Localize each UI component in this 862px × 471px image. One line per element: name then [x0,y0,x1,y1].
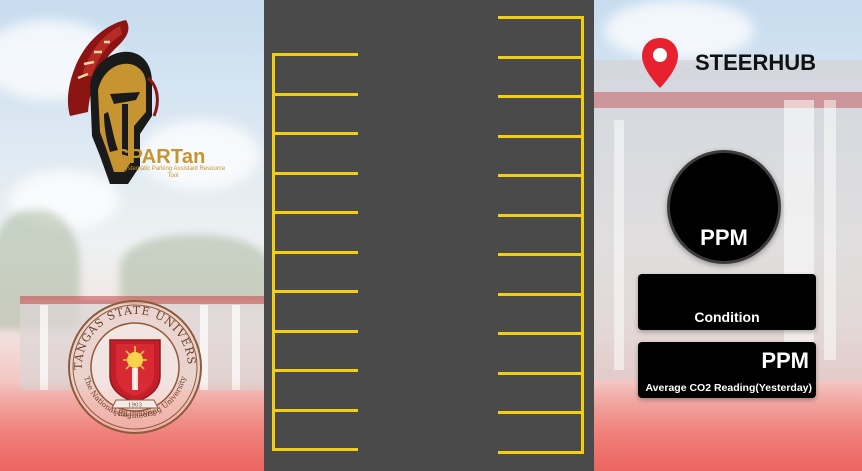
parking-slot-line-left [272,53,358,56]
seal-country: PHILIPPINES [114,411,156,418]
map-pin-icon [642,38,678,88]
parking-slot-line-right [498,292,584,296]
yesterday-co2-label: Average CO2 Reading(Yesterday) [645,382,812,394]
parking-slot-line-left [272,171,358,175]
parking-slot-line-right [498,371,584,375]
parking-slot-line-left [272,448,358,451]
parking-slot-line-left [272,290,358,293]
parking-slot-line-right [498,213,584,217]
parking-slot-line-left [272,369,358,372]
parking-slot-line-right [498,16,584,19]
parking-slot-line-right [498,95,584,98]
spartan-tagline: Systematic Parking Assistant Resource To… [120,166,226,179]
location-name: STEERHUB [695,50,817,75]
parking-lot-edge-left [272,53,275,451]
seal-year: 1903 [128,403,142,409]
co2-gauge: PPM [667,150,781,264]
parking-slot-line-left [272,408,358,412]
co2-gauge-unit: PPM [700,225,748,250]
university-seal-logo: BATANGAS STATE UNIVERSITY The National E… [66,298,202,434]
yesterday-co2-unit: PPM [761,348,809,373]
condition-label: Condition [694,309,760,325]
yesterday-co2-card: PPM Average CO2 Reading(Yesterday) [638,342,816,398]
parking-slot-line-right [498,134,584,138]
parking-slot-line-left [272,92,358,96]
parking-slot-line-right [498,55,584,59]
parking-slot-line-right [498,174,584,177]
parking-slot-line-left [272,250,358,254]
parking-slot-line-right [498,411,584,414]
condition-card: Condition [638,274,816,330]
parking-slot-line-right [498,253,584,256]
parking-lot-edge-right [581,16,584,454]
parking-slot-line-left [272,132,358,135]
parking-slot-line-right [498,450,584,454]
parking-slot-line-right [498,332,584,335]
parking-lot [264,0,594,471]
parking-slot-line-left [272,329,358,333]
parking-slot-line-left [272,211,358,214]
